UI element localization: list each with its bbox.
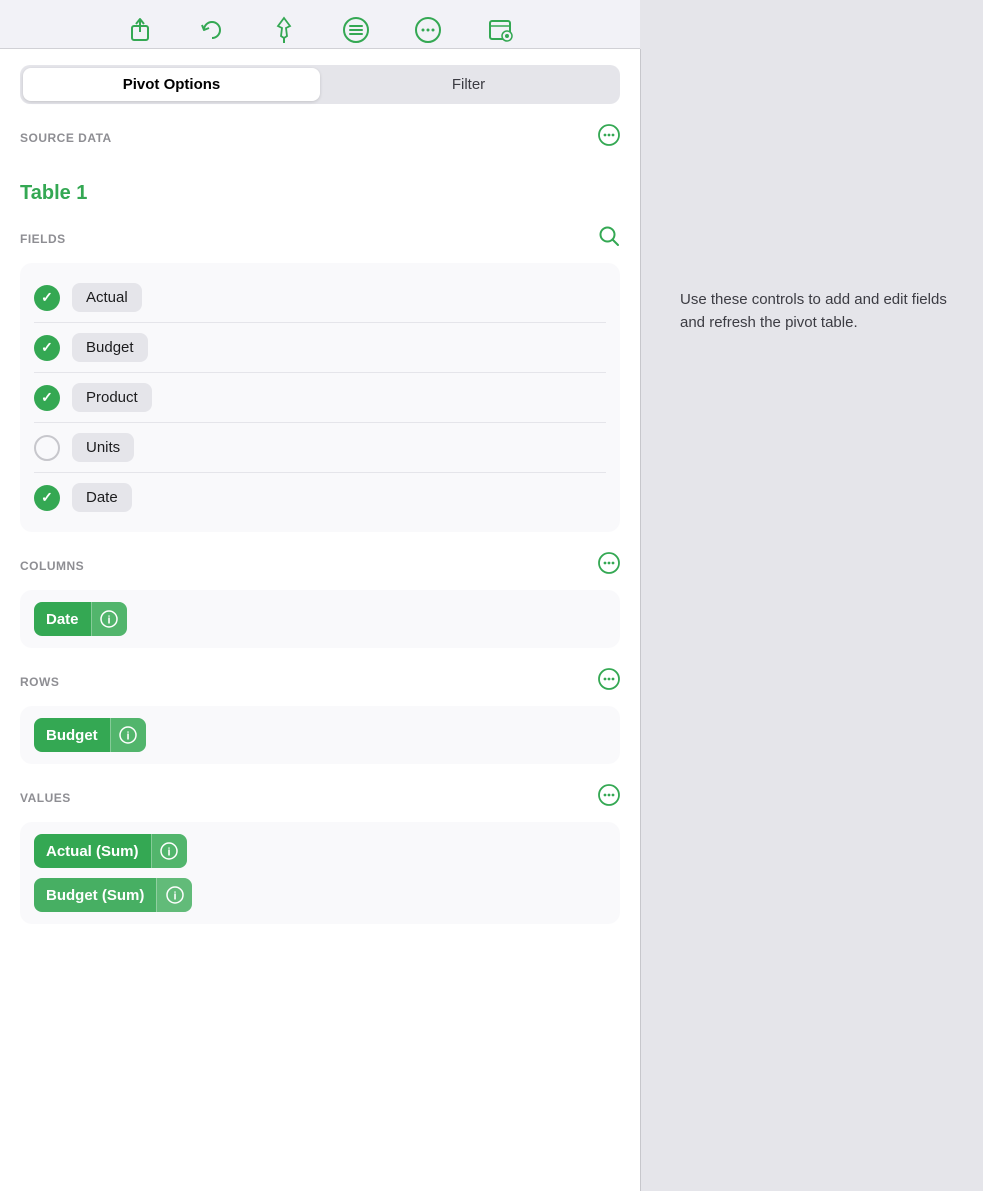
tab-pivot-options[interactable]: Pivot Options (23, 68, 320, 101)
columns-pill-date-info-icon[interactable]: i (91, 602, 127, 636)
rows-section: ROWS Budget i (0, 668, 640, 784)
rows-pill-budget[interactable]: Budget i (34, 718, 146, 752)
checkmark-actual: ✓ (41, 289, 53, 306)
columns-pill-date[interactable]: Date i (34, 602, 127, 636)
field-item-budget[interactable]: ✓ Budget (34, 323, 606, 373)
values-pill-actual-sum-info-icon[interactable]: i (151, 834, 187, 868)
source-data-section: SOURCE DATA (0, 124, 640, 182)
values-label: VALUES (20, 791, 71, 805)
field-item-units[interactable]: Units (34, 423, 606, 473)
values-pill-budget-sum-label: Budget (Sum) (34, 879, 156, 912)
svg-text:i: i (167, 847, 170, 859)
source-data-more-icon[interactable] (598, 124, 620, 152)
values-more-icon[interactable] (598, 784, 620, 812)
field-item-date[interactable]: ✓ Date (34, 473, 606, 522)
field-checkbox-product[interactable]: ✓ (34, 385, 60, 411)
rows-header: ROWS (20, 668, 620, 696)
pin-icon[interactable] (266, 12, 302, 48)
svg-text:i: i (173, 891, 176, 903)
field-checkbox-date[interactable]: ✓ (34, 485, 60, 511)
field-tag-date[interactable]: Date (72, 483, 132, 512)
columns-label: COLUMNS (20, 559, 84, 573)
svg-text:i: i (107, 615, 110, 627)
values-pill-budget-sum-info-icon[interactable]: i (156, 878, 192, 912)
checkmark-budget: ✓ (41, 339, 53, 356)
columns-pill-date-label: Date (34, 603, 91, 636)
checkmark-product: ✓ (41, 389, 53, 406)
rows-box: Budget i (20, 706, 620, 764)
hint-text: Use these controls to add and edit field… (660, 289, 963, 334)
rows-label: ROWS (20, 675, 59, 689)
values-box: Actual (Sum) i Budget (Sum) i (20, 822, 620, 924)
svg-text:i: i (127, 731, 130, 743)
pivot-options-panel: Pivot Options Filter SOURCE DATA Table 1 (0, 49, 640, 1191)
rows-pill-budget-info-icon[interactable]: i (110, 718, 146, 752)
values-pill-actual-sum[interactable]: Actual (Sum) i (34, 834, 187, 868)
hint-line (640, 49, 641, 1191)
columns-header: COLUMNS (20, 552, 620, 580)
toolbar (0, 0, 640, 49)
tab-filter[interactable]: Filter (320, 68, 617, 101)
share-icon[interactable] (122, 12, 158, 48)
field-checkbox-budget[interactable]: ✓ (34, 335, 60, 361)
undo-icon[interactable] (194, 12, 230, 48)
checkmark-date: ✓ (41, 489, 53, 506)
hint-area: Use these controls to add and edit field… (640, 49, 983, 1191)
tab-bar: Pivot Options Filter (20, 65, 620, 104)
rows-more-icon[interactable] (598, 668, 620, 696)
source-data-header: SOURCE DATA (20, 124, 620, 152)
field-item-product[interactable]: ✓ Product (34, 373, 606, 423)
field-tag-units[interactable]: Units (72, 433, 134, 462)
fields-list: ✓ Actual ✓ Budget ✓ Product (20, 263, 620, 532)
source-data-label: SOURCE DATA (20, 131, 112, 145)
field-checkbox-actual[interactable]: ✓ (34, 285, 60, 311)
rows-pill-budget-label: Budget (34, 719, 110, 752)
source-table-name[interactable]: Table 1 (0, 182, 640, 205)
view-options-icon[interactable] (482, 12, 518, 48)
field-tag-product[interactable]: Product (72, 383, 152, 412)
fields-search-icon[interactable] (598, 225, 620, 253)
field-item-actual[interactable]: ✓ Actual (34, 273, 606, 323)
fields-label: FIELDS (20, 232, 66, 246)
columns-more-icon[interactable] (598, 552, 620, 580)
values-pill-budget-sum[interactable]: Budget (Sum) i (34, 878, 192, 912)
pivot-menu-icon[interactable] (338, 12, 374, 48)
values-section: VALUES Actual (Sum) i (0, 784, 640, 944)
columns-section: COLUMNS Date i (0, 552, 640, 668)
columns-box: Date i (20, 590, 620, 648)
fields-section: FIELDS ✓ Actual (0, 225, 640, 552)
field-checkbox-units[interactable] (34, 435, 60, 461)
values-header: VALUES (20, 784, 620, 812)
fields-header: FIELDS (20, 225, 620, 253)
values-pill-actual-sum-label: Actual (Sum) (34, 835, 151, 868)
main-layout: Pivot Options Filter SOURCE DATA Table 1 (0, 49, 983, 1191)
more-options-icon[interactable] (410, 12, 446, 48)
field-tag-actual[interactable]: Actual (72, 283, 142, 312)
field-tag-budget[interactable]: Budget (72, 333, 148, 362)
